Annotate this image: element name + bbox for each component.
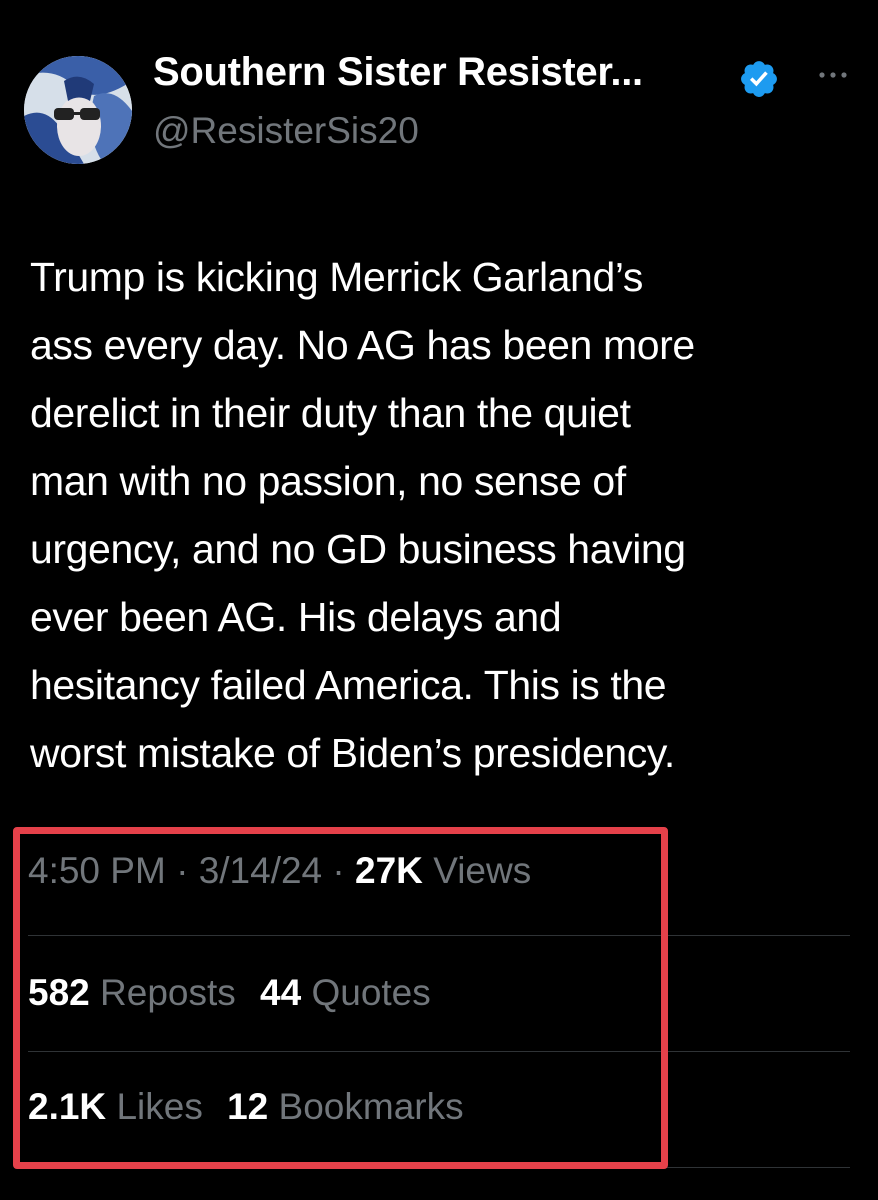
tweet-text-line: urgency, and no GD business having — [30, 526, 686, 572]
tweet-text-line: worst mistake of Biden’s presidency. — [30, 730, 675, 776]
tweet-text-line: ever been AG. His delays and — [30, 594, 562, 640]
tweet-text-line: ass every day. No AG has been more — [30, 322, 695, 368]
tweet-text-line: Trump is kicking Merrick Garland’s — [30, 254, 643, 300]
tweet-text: Trump is kicking Merrick Garland’s ass e… — [30, 243, 860, 787]
author-handle[interactable]: @ResisterSis20 — [153, 110, 419, 152]
avatar[interactable] — [24, 56, 132, 164]
avatar-image — [24, 56, 132, 164]
tweet-text-line: derelict in their duty than the quiet — [30, 390, 631, 436]
author-display-name[interactable]: Southern Sister Resister... — [153, 50, 643, 95]
highlight-annotation-box — [13, 827, 668, 1169]
verified-badge-icon — [741, 61, 777, 97]
more-horizontal-icon[interactable] — [815, 60, 851, 90]
tweet-text-line: man with no passion, no sense of — [30, 458, 626, 504]
tweet-text-line: hesitancy failed America. This is the — [30, 662, 667, 708]
